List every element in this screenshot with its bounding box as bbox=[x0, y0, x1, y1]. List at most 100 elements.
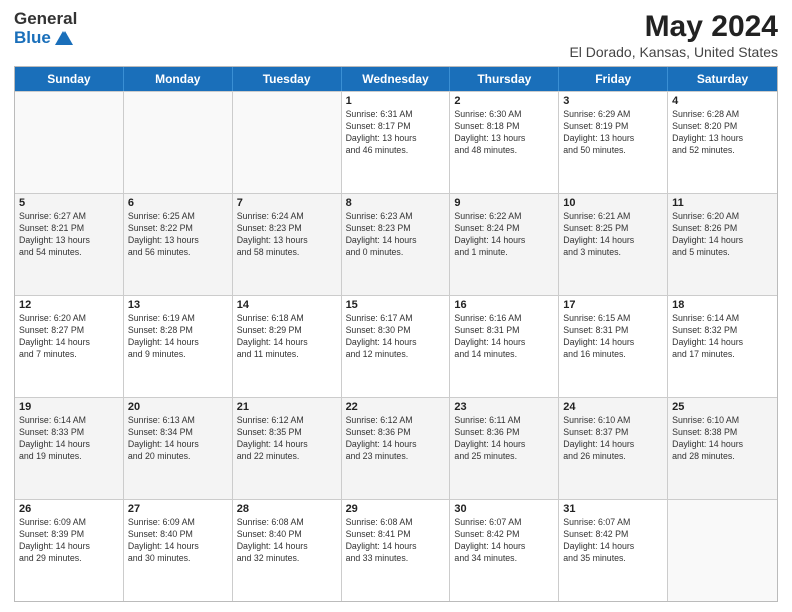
day-cell-19: 19 Sunrise: 6:14 AM Sunset: 8:33 PM Dayli… bbox=[15, 398, 124, 499]
calendar-row: 12Sunrise: 6:20 AM Sunset: 8:27 PM Dayli… bbox=[15, 295, 777, 397]
day-number: 29 bbox=[346, 503, 446, 515]
day-info: Sunrise: 6:12 AM Sunset: 8:36 PM Dayligh… bbox=[346, 415, 446, 463]
calendar: SundayMondayTuesdayWednesdayThursdayFrid… bbox=[14, 66, 778, 602]
day-cell-2: 2 Sunrise: 6:30 AM Sunset: 8:18 PM Daylig… bbox=[450, 92, 559, 193]
day-number: 31 bbox=[563, 503, 663, 515]
day-number: 27 bbox=[128, 503, 228, 515]
day-cell-14: 14 Sunrise: 6:18 AM Sunset: 8:29 PM Dayli… bbox=[233, 296, 342, 397]
day-cell-25: 25Sunrise: 6:10 AM Sunset: 8:38 PM Dayli… bbox=[668, 398, 777, 499]
empty-cell bbox=[124, 92, 233, 193]
day-cell-23: 23 Sunrise: 6:11 AM Sunset: 8:36 PM Dayli… bbox=[450, 398, 559, 499]
day-info: Sunrise: 6:10 AM Sunset: 8:37 PM Dayligh… bbox=[563, 415, 663, 463]
day-info: Sunrise: 6:14 AM Sunset: 8:33 PM Dayligh… bbox=[19, 415, 119, 463]
logo-icon bbox=[53, 29, 73, 47]
day-info: Sunrise: 6:19 AM Sunset: 8:28 PM Dayligh… bbox=[128, 313, 228, 361]
calendar-row: 1Sunrise: 6:31 AM Sunset: 8:17 PM Daylig… bbox=[15, 91, 777, 193]
day-of-week-sunday: Sunday bbox=[15, 67, 124, 91]
day-info: Sunrise: 6:07 AM Sunset: 8:42 PM Dayligh… bbox=[563, 517, 663, 565]
day-info: Sunrise: 6:16 AM Sunset: 8:31 PM Dayligh… bbox=[454, 313, 554, 361]
empty-cell bbox=[233, 92, 342, 193]
day-info: Sunrise: 6:25 AM Sunset: 8:22 PM Dayligh… bbox=[128, 211, 228, 259]
day-info: Sunrise: 6:28 AM Sunset: 8:20 PM Dayligh… bbox=[672, 109, 773, 157]
day-cell-11: 11Sunrise: 6:20 AM Sunset: 8:26 PM Dayli… bbox=[668, 194, 777, 295]
day-number: 8 bbox=[346, 197, 446, 209]
day-cell-27: 27 Sunrise: 6:09 AM Sunset: 8:40 PM Dayli… bbox=[124, 500, 233, 601]
day-number: 19 bbox=[19, 401, 119, 413]
day-number: 30 bbox=[454, 503, 554, 515]
day-cell-28: 28Sunrise: 6:08 AM Sunset: 8:40 PM Dayli… bbox=[233, 500, 342, 601]
day-info: Sunrise: 6:29 AM Sunset: 8:19 PM Dayligh… bbox=[563, 109, 663, 157]
day-info: Sunrise: 6:10 AM Sunset: 8:38 PM Dayligh… bbox=[672, 415, 773, 463]
day-cell-5: 5Sunrise: 6:27 AM Sunset: 8:21 PM Daylig… bbox=[15, 194, 124, 295]
day-number: 23 bbox=[454, 401, 554, 413]
calendar-row: 26Sunrise: 6:09 AM Sunset: 8:39 PM Dayli… bbox=[15, 499, 777, 601]
calendar-header: SundayMondayTuesdayWednesdayThursdayFrid… bbox=[15, 67, 777, 91]
day-number: 4 bbox=[672, 95, 773, 107]
day-number: 18 bbox=[672, 299, 773, 311]
day-number: 17 bbox=[563, 299, 663, 311]
day-of-week-friday: Friday bbox=[559, 67, 668, 91]
day-cell-8: 8Sunrise: 6:23 AM Sunset: 8:23 PM Daylig… bbox=[342, 194, 451, 295]
title-block: May 2024 El Dorado, Kansas, United State… bbox=[569, 10, 778, 60]
day-number: 5 bbox=[19, 197, 119, 209]
day-info: Sunrise: 6:08 AM Sunset: 8:40 PM Dayligh… bbox=[237, 517, 337, 565]
day-cell-12: 12Sunrise: 6:20 AM Sunset: 8:27 PM Dayli… bbox=[15, 296, 124, 397]
day-info: Sunrise: 6:15 AM Sunset: 8:31 PM Dayligh… bbox=[563, 313, 663, 361]
day-number: 3 bbox=[563, 95, 663, 107]
page: General Blue May 2024 El Dorado, Kansas,… bbox=[0, 0, 792, 612]
day-cell-15: 15 Sunrise: 6:17 AM Sunset: 8:30 PM Dayli… bbox=[342, 296, 451, 397]
day-of-week-tuesday: Tuesday bbox=[233, 67, 342, 91]
day-number: 24 bbox=[563, 401, 663, 413]
day-number: 20 bbox=[128, 401, 228, 413]
day-cell-20: 20Sunrise: 6:13 AM Sunset: 8:34 PM Dayli… bbox=[124, 398, 233, 499]
day-info: Sunrise: 6:17 AM Sunset: 8:30 PM Dayligh… bbox=[346, 313, 446, 361]
logo-blue: Blue bbox=[14, 29, 51, 48]
day-info: Sunrise: 6:11 AM Sunset: 8:36 PM Dayligh… bbox=[454, 415, 554, 463]
day-number: 15 bbox=[346, 299, 446, 311]
day-info: Sunrise: 6:18 AM Sunset: 8:29 PM Dayligh… bbox=[237, 313, 337, 361]
day-cell-4: 4 Sunrise: 6:28 AM Sunset: 8:20 PM Daylig… bbox=[668, 92, 777, 193]
day-info: Sunrise: 6:14 AM Sunset: 8:32 PM Dayligh… bbox=[672, 313, 773, 361]
day-cell-21: 21 Sunrise: 6:12 AM Sunset: 8:35 PM Dayli… bbox=[233, 398, 342, 499]
day-cell-24: 24 Sunrise: 6:10 AM Sunset: 8:37 PM Dayli… bbox=[559, 398, 668, 499]
day-info: Sunrise: 6:24 AM Sunset: 8:23 PM Dayligh… bbox=[237, 211, 337, 259]
day-info: Sunrise: 6:08 AM Sunset: 8:41 PM Dayligh… bbox=[346, 517, 446, 565]
day-number: 7 bbox=[237, 197, 337, 209]
day-cell-13: 13 Sunrise: 6:19 AM Sunset: 8:28 PM Dayli… bbox=[124, 296, 233, 397]
day-cell-3: 3 Sunrise: 6:29 AM Sunset: 8:19 PM Daylig… bbox=[559, 92, 668, 193]
day-cell-6: 6 Sunrise: 6:25 AM Sunset: 8:22 PM Daylig… bbox=[124, 194, 233, 295]
day-info: Sunrise: 6:09 AM Sunset: 8:40 PM Dayligh… bbox=[128, 517, 228, 565]
day-info: Sunrise: 6:20 AM Sunset: 8:26 PM Dayligh… bbox=[672, 211, 773, 259]
empty-cell bbox=[668, 500, 777, 601]
header: General Blue May 2024 El Dorado, Kansas,… bbox=[14, 10, 778, 60]
day-cell-10: 10Sunrise: 6:21 AM Sunset: 8:25 PM Dayli… bbox=[559, 194, 668, 295]
day-cell-17: 17 Sunrise: 6:15 AM Sunset: 8:31 PM Dayli… bbox=[559, 296, 668, 397]
day-info: Sunrise: 6:31 AM Sunset: 8:17 PM Dayligh… bbox=[346, 109, 446, 157]
day-number: 16 bbox=[454, 299, 554, 311]
logo: General Blue bbox=[14, 10, 77, 47]
calendar-row: 5Sunrise: 6:27 AM Sunset: 8:21 PM Daylig… bbox=[15, 193, 777, 295]
day-number: 9 bbox=[454, 197, 554, 209]
day-cell-22: 22 Sunrise: 6:12 AM Sunset: 8:36 PM Dayli… bbox=[342, 398, 451, 499]
day-number: 22 bbox=[346, 401, 446, 413]
day-of-week-monday: Monday bbox=[124, 67, 233, 91]
day-info: Sunrise: 6:22 AM Sunset: 8:24 PM Dayligh… bbox=[454, 211, 554, 259]
day-cell-1: 1Sunrise: 6:31 AM Sunset: 8:17 PM Daylig… bbox=[342, 92, 451, 193]
calendar-row: 19 Sunrise: 6:14 AM Sunset: 8:33 PM Dayli… bbox=[15, 397, 777, 499]
day-number: 21 bbox=[237, 401, 337, 413]
day-info: Sunrise: 6:21 AM Sunset: 8:25 PM Dayligh… bbox=[563, 211, 663, 259]
day-number: 13 bbox=[128, 299, 228, 311]
day-cell-9: 9 Sunrise: 6:22 AM Sunset: 8:24 PM Daylig… bbox=[450, 194, 559, 295]
day-cell-7: 7 Sunrise: 6:24 AM Sunset: 8:23 PM Daylig… bbox=[233, 194, 342, 295]
day-number: 26 bbox=[19, 503, 119, 515]
day-number: 14 bbox=[237, 299, 337, 311]
day-number: 2 bbox=[454, 95, 554, 107]
day-info: Sunrise: 6:30 AM Sunset: 8:18 PM Dayligh… bbox=[454, 109, 554, 157]
day-info: Sunrise: 6:12 AM Sunset: 8:35 PM Dayligh… bbox=[237, 415, 337, 463]
day-info: Sunrise: 6:20 AM Sunset: 8:27 PM Dayligh… bbox=[19, 313, 119, 361]
day-cell-29: 29 Sunrise: 6:08 AM Sunset: 8:41 PM Dayli… bbox=[342, 500, 451, 601]
day-cell-30: 30Sunrise: 6:07 AM Sunset: 8:42 PM Dayli… bbox=[450, 500, 559, 601]
day-number: 6 bbox=[128, 197, 228, 209]
day-cell-31: 31 Sunrise: 6:07 AM Sunset: 8:42 PM Dayli… bbox=[559, 500, 668, 601]
empty-cell bbox=[15, 92, 124, 193]
